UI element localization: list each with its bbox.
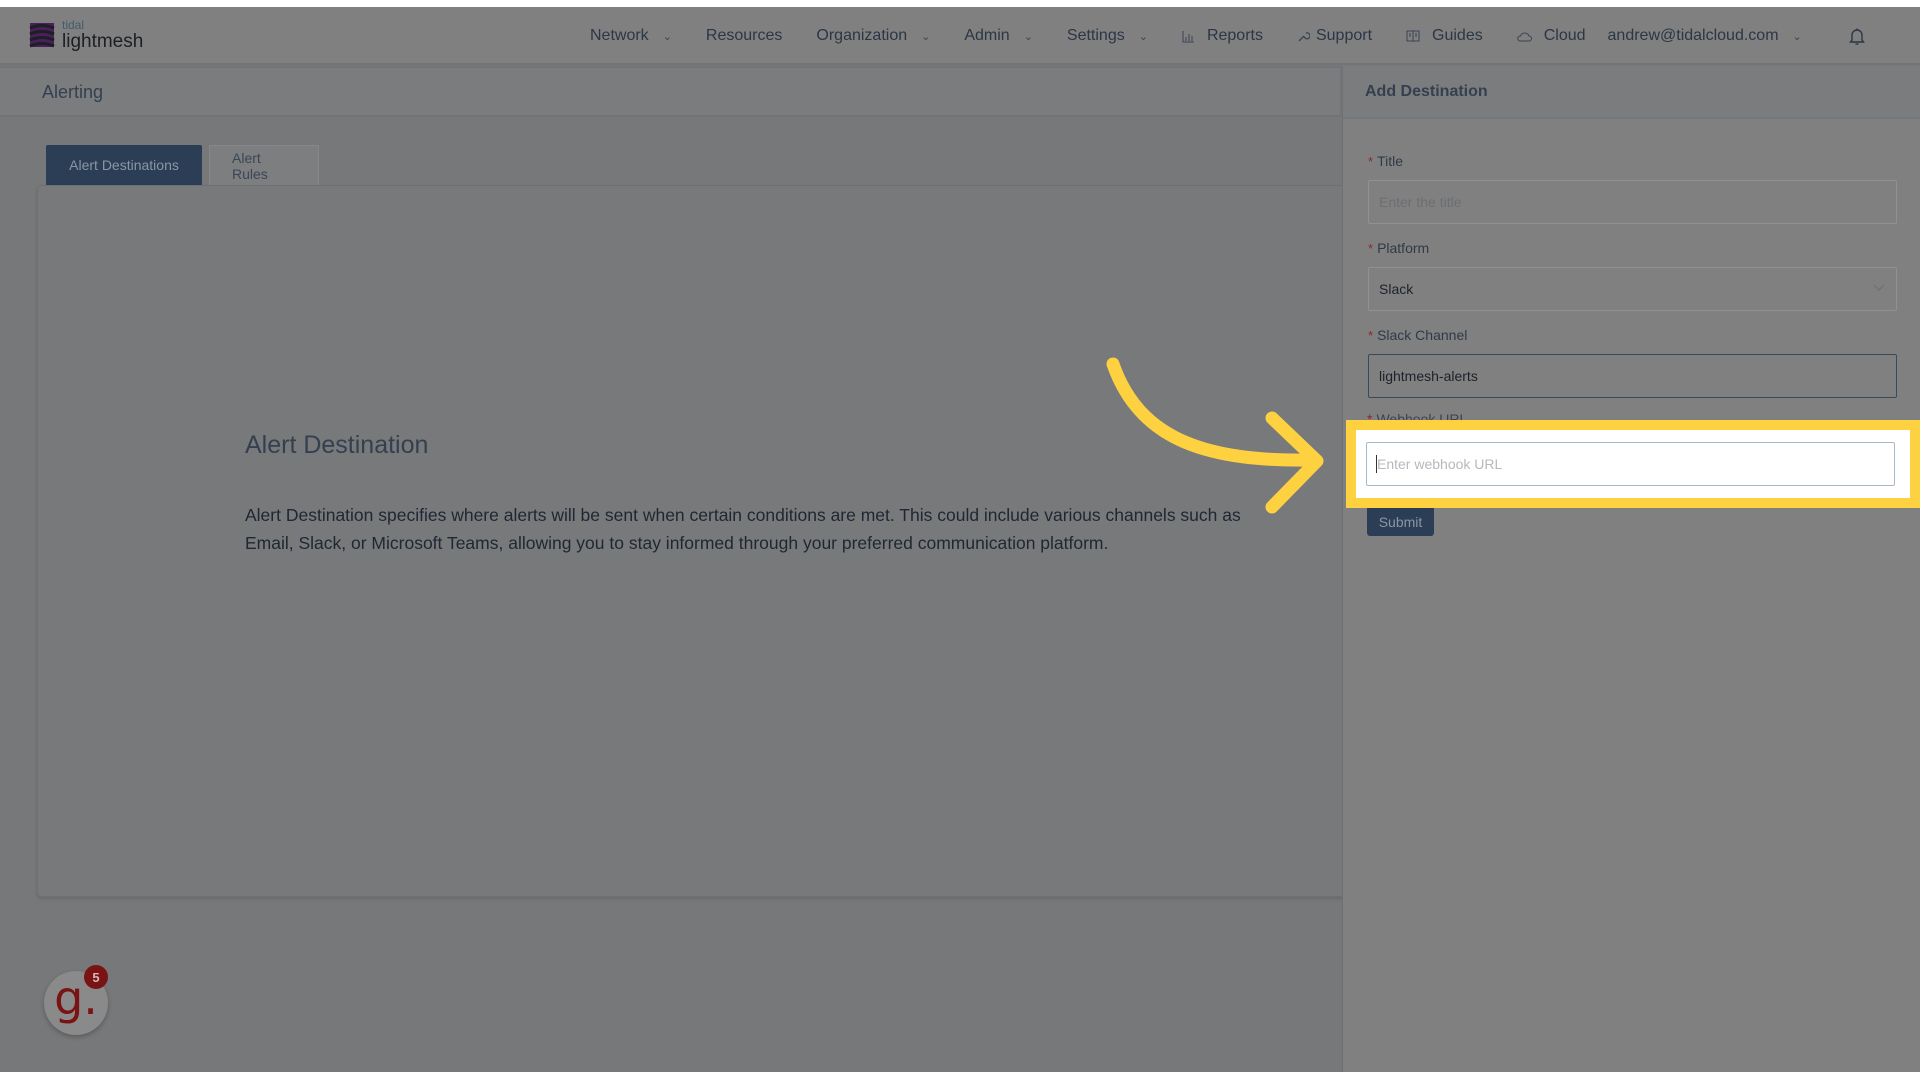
nav-admin[interactable]: Admin ⌄ [964, 27, 1033, 45]
label-text: Platform [1377, 240, 1430, 256]
platform-value: Slack [1379, 281, 1414, 297]
tab-alert-destinations[interactable]: Alert Destinations [46, 145, 202, 185]
slack-channel-input[interactable]: lightmesh-alerts [1368, 354, 1897, 398]
nav-settings[interactable]: Settings ⌄ [1067, 27, 1148, 45]
bell-icon[interactable] [1846, 25, 1868, 47]
notification-count-badge: 5 [84, 965, 108, 989]
panel-header: Add Destination [1343, 66, 1920, 119]
nav-guides[interactable]: Guides [1406, 27, 1483, 45]
platform-label: * Platform [1368, 240, 1429, 256]
chevron-down-icon: ⌄ [662, 30, 672, 43]
page-title: Alerting [42, 82, 104, 102]
webhook-url-label: * Webhook URL [1367, 411, 1467, 420]
webhook-url-input[interactable] [1366, 442, 1895, 486]
chevron-down-icon [1873, 284, 1885, 291]
nav-label: Organization [816, 27, 908, 44]
title-input[interactable]: Enter the title [1368, 180, 1897, 224]
label-text: Webhook URL [1376, 411, 1468, 420]
user-email: andrew@tidalcloud.com [1607, 27, 1779, 44]
main-nav: Network ⌄ Resources Organization ⌄ Admin… [590, 7, 1836, 65]
required-marker: * [1368, 328, 1374, 343]
platform-select[interactable]: Slack [1368, 267, 1897, 311]
section-description: Alert Destination specifies where alerts… [245, 505, 1241, 553]
submit-button[interactable]: Submit [1367, 508, 1434, 536]
text-caret [1376, 455, 1377, 473]
wrench-icon [1298, 31, 1310, 41]
cloud-icon [1516, 32, 1532, 41]
content-card: Alert Destination Alert Destination spec… [37, 185, 1347, 897]
support-widget[interactable]: g. 5 [44, 965, 108, 1035]
top-edge [0, 0, 1920, 7]
chevron-down-icon: ⌄ [1792, 30, 1802, 43]
logo[interactable]: tidal lightmesh [28, 19, 143, 51]
app: tidal lightmesh Network ⌄ Resources Orga… [0, 7, 1920, 1072]
nav-label: Support [1315, 27, 1373, 44]
nav-label: Resources [705, 27, 783, 44]
bottom-edge [0, 1072, 1920, 1080]
brand-small: tidal [62, 18, 85, 32]
label-text: Title [1377, 153, 1403, 169]
book-icon [1406, 30, 1420, 42]
nav-resources[interactable]: Resources [706, 27, 782, 45]
top-navigation: tidal lightmesh Network ⌄ Resources Orga… [0, 7, 1920, 65]
nav-reports[interactable]: Reports [1182, 27, 1263, 45]
lightmesh-logo-icon [29, 23, 55, 48]
required-marker: * [1367, 411, 1373, 420]
user-menu[interactable]: andrew@tidalcloud.com ⌄ [1608, 27, 1802, 45]
chevron-down-icon: ⌄ [1023, 30, 1033, 43]
chevron-down-icon: ⌄ [921, 30, 931, 43]
nav-support[interactable]: Support [1297, 27, 1372, 45]
nav-cloud[interactable]: Cloud [1516, 27, 1586, 45]
nav-label: Cloud [1543, 27, 1586, 44]
bar-chart-icon [1182, 30, 1194, 42]
nav-label: Settings [1066, 27, 1125, 44]
panel-title: Add Destination [1365, 83, 1488, 100]
label-text: Slack Channel [1377, 327, 1468, 343]
chevron-down-icon: ⌄ [1138, 30, 1148, 43]
required-marker: * [1368, 241, 1374, 256]
nav-label: Admin [964, 27, 1010, 44]
nav-label: Guides [1432, 27, 1483, 44]
highlight-box [1346, 420, 1920, 508]
nav-organization[interactable]: Organization ⌄ [816, 27, 930, 45]
nav-label: Reports [1206, 27, 1263, 44]
slack-channel-label: * Slack Channel [1368, 327, 1467, 343]
nav-network[interactable]: Network ⌄ [590, 27, 672, 45]
tab-bar: Alert Destinations Alert Rules [46, 145, 319, 185]
nav-label: Network [590, 27, 649, 44]
page-header: Alerting [0, 66, 1342, 117]
required-marker: * [1368, 154, 1374, 169]
add-destination-panel: Add Destination * Title Enter the title *… [1342, 66, 1920, 1072]
brand-name: lightmesh [62, 31, 144, 52]
title-label: * Title [1368, 153, 1403, 169]
tab-alert-rules[interactable]: Alert Rules [209, 145, 319, 185]
section-heading: Alert Destination [245, 431, 429, 459]
